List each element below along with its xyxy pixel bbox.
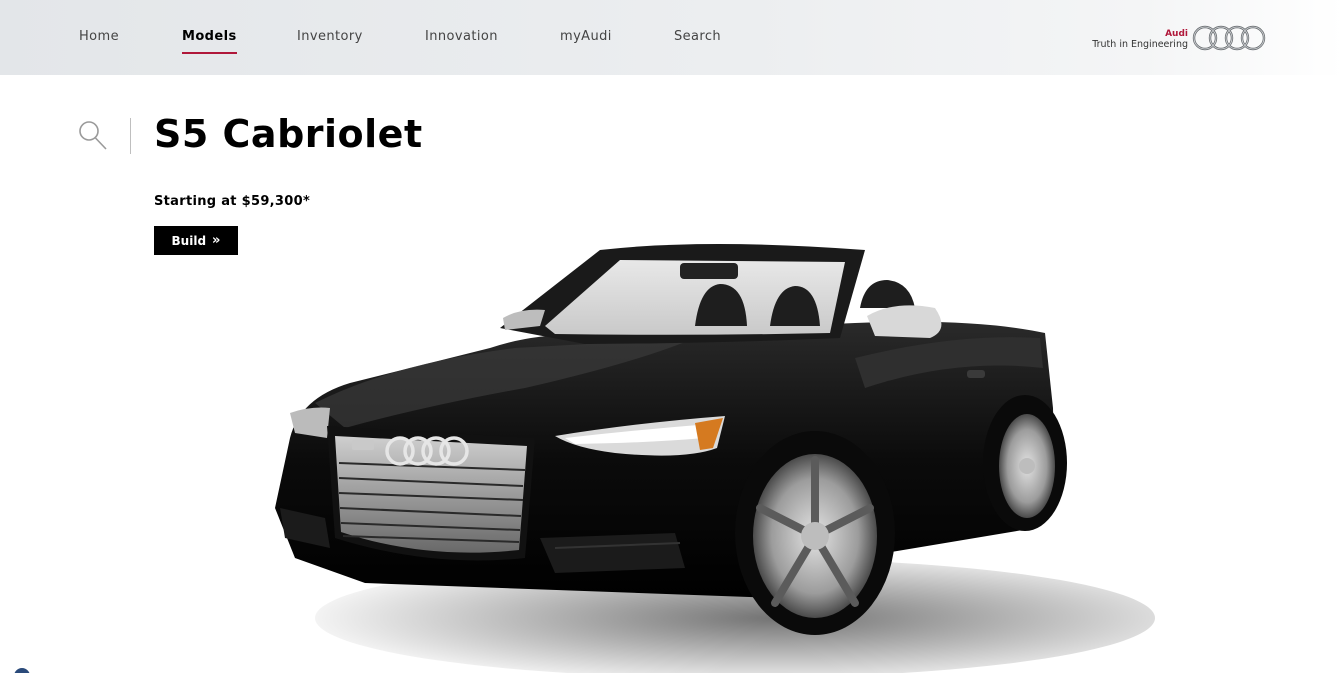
audi-rings-icon [1192,25,1266,51]
top-navigation-bar: Home Models Inventory Innovation myAudi … [0,0,1344,75]
car-image [275,244,1155,673]
brand-tagline: Truth in Engineering [1092,39,1188,50]
nav-item-search[interactable]: Search [674,29,721,44]
build-button-label: Build [171,233,207,248]
nav-item-home[interactable]: Home [79,29,119,44]
brand-logo[interactable]: Audi Truth in Engineering [1080,24,1266,54]
pagination-dot[interactable] [14,668,30,673]
nav-item-myaudi[interactable]: myAudi [560,29,612,44]
nav-item-innovation[interactable]: Innovation [425,29,498,44]
brand-name: Audi [1165,29,1188,39]
build-button[interactable]: Build » [154,226,238,255]
title-divider [130,118,131,154]
nav-item-inventory[interactable]: Inventory [297,29,363,44]
search-icon[interactable] [78,119,108,151]
page-title: S5 Cabriolet [154,112,423,156]
starting-price: Starting at $59,300* [154,194,311,209]
double-chevron-right-icon: » [212,233,221,248]
nav-item-models[interactable]: Models [182,29,237,54]
